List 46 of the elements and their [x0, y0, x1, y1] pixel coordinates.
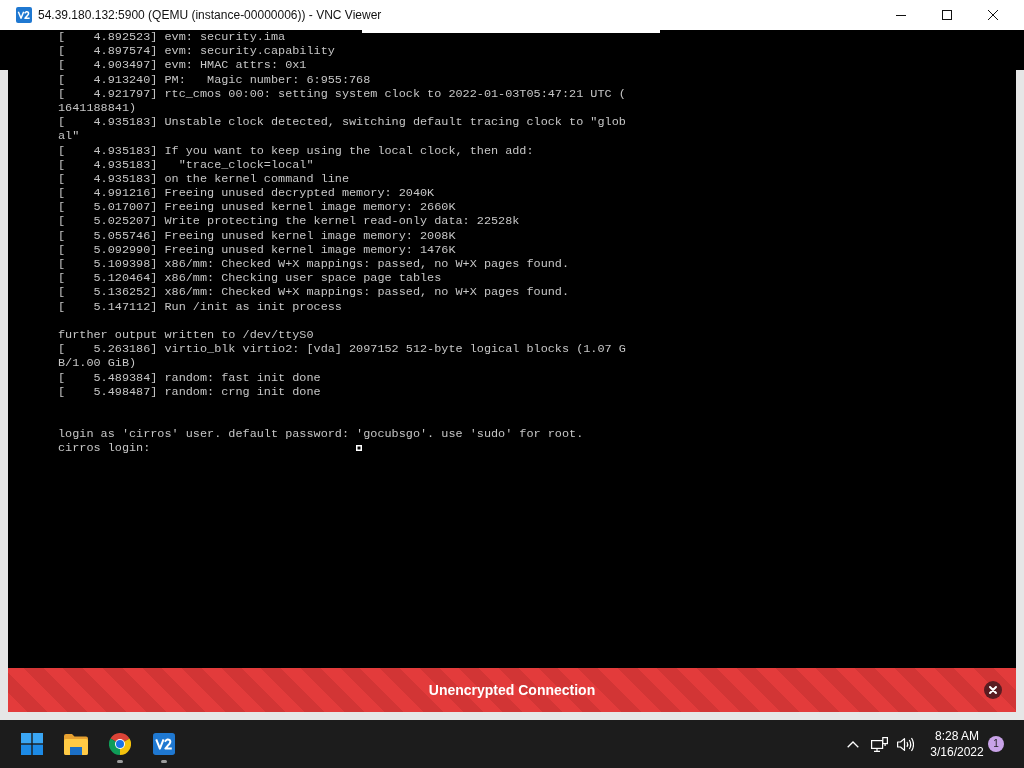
console-line: cirros login: — [58, 441, 151, 456]
minimize-icon — [896, 14, 906, 16]
chrome-icon — [109, 733, 131, 755]
console-line: [ 5.263186] virtio_blk virtio2: [vda] 2097152 512-byte logical blocks (1.07 G — [58, 342, 626, 357]
console-line: 1641188841) — [58, 100, 137, 116]
console-line: [ 4.935183] "trace_clock=local" — [58, 157, 314, 172]
console-line: [ 5.055746] Freeing unused kernel image memory: 2008K — [58, 228, 456, 243]
banner-message: Unencrypted Connection — [428, 682, 596, 698]
console-line: [ 5.109398] x86/mm: Checked W+X mappings: passed, no W+X pages found. — [58, 257, 570, 272]
console-line: [ 4.991216] Freeing unused decrypted memory: 2040K — [58, 186, 435, 201]
folder-icon — [64, 733, 88, 755]
cursor-icon — [356, 445, 362, 451]
volume-icon — [896, 736, 914, 752]
console-line: B/1.00 GiB) — [58, 356, 137, 371]
console-line: [ 4.903497] evm: HMAC attrs: 0x1 — [58, 58, 307, 73]
console-line: [ 5.147112] Run /init as init process — [58, 299, 342, 314]
clock-button[interactable]: 8:28 AM 3/16/2022 — [926, 724, 988, 764]
chevron-up-icon — [847, 740, 859, 748]
console-line: al" — [58, 129, 80, 144]
console-line: [ 4.897574] evm: security.capability — [58, 44, 335, 59]
maximize-icon — [942, 10, 952, 20]
close-icon — [984, 681, 1002, 699]
vnc-logo-icon — [16, 7, 32, 23]
dismiss-button[interactable] — [984, 681, 1002, 699]
console-line: [ 5.120464] x86/mm: Checking user space page tables — [58, 271, 442, 286]
console-line: [ 4.935183] on the kernel command line — [58, 171, 350, 187]
vnc-logo-icon — [153, 733, 175, 755]
network-icon — [870, 736, 888, 752]
console-line: [ 4.935183] If you want to keep using the local clock, then add: — [58, 143, 534, 158]
console-line: [ 4.892523] evm: security.ima — [58, 30, 286, 45]
console-line: [ 5.017007] Freeing unused kernel image memory: 2660K — [58, 200, 456, 215]
windows-logo-icon — [21, 733, 43, 755]
console-line: login as 'cirros' user. default password: 'gocubsgo'. use 'sudo' for root. — [58, 427, 584, 442]
console-line: [ 4.935183] Unstable clock detected, switching default tracing clock to "glob — [58, 115, 626, 130]
console-line: [ 5.025207] Write protecting the kernel read-only data: 22528k — [58, 214, 520, 229]
console-line: [ 5.136252] x86/mm: Checked W+X mappings: passed, no W+X pages found. — [58, 285, 570, 300]
notification-badge[interactable]: 1 — [988, 736, 1004, 752]
window-title: 54.39.180.132:5900 (QEMU (instance-00000006)) - VNC Viewer — [38, 8, 383, 22]
console-line: [ 4.921797] rtc_cmos 00:00: setting system clock to 2022-01-03T05:47:21 UTC ( — [58, 86, 626, 101]
console-line: [ 5.489384] random: fast init done — [58, 370, 321, 385]
console-line: [ 5.092990] Freeing unused kernel image memory: 1476K — [58, 242, 456, 257]
toolbar-handle[interactable] — [362, 30, 660, 33]
console-line: further output written to /dev/ttyS0 — [58, 327, 314, 343]
console-line: [ 4.913240] PM: Magic number: 6:955:768 — [58, 72, 371, 87]
close-icon — [988, 10, 998, 20]
console-line: [ 5.498487] random: crng init done — [58, 384, 321, 399]
